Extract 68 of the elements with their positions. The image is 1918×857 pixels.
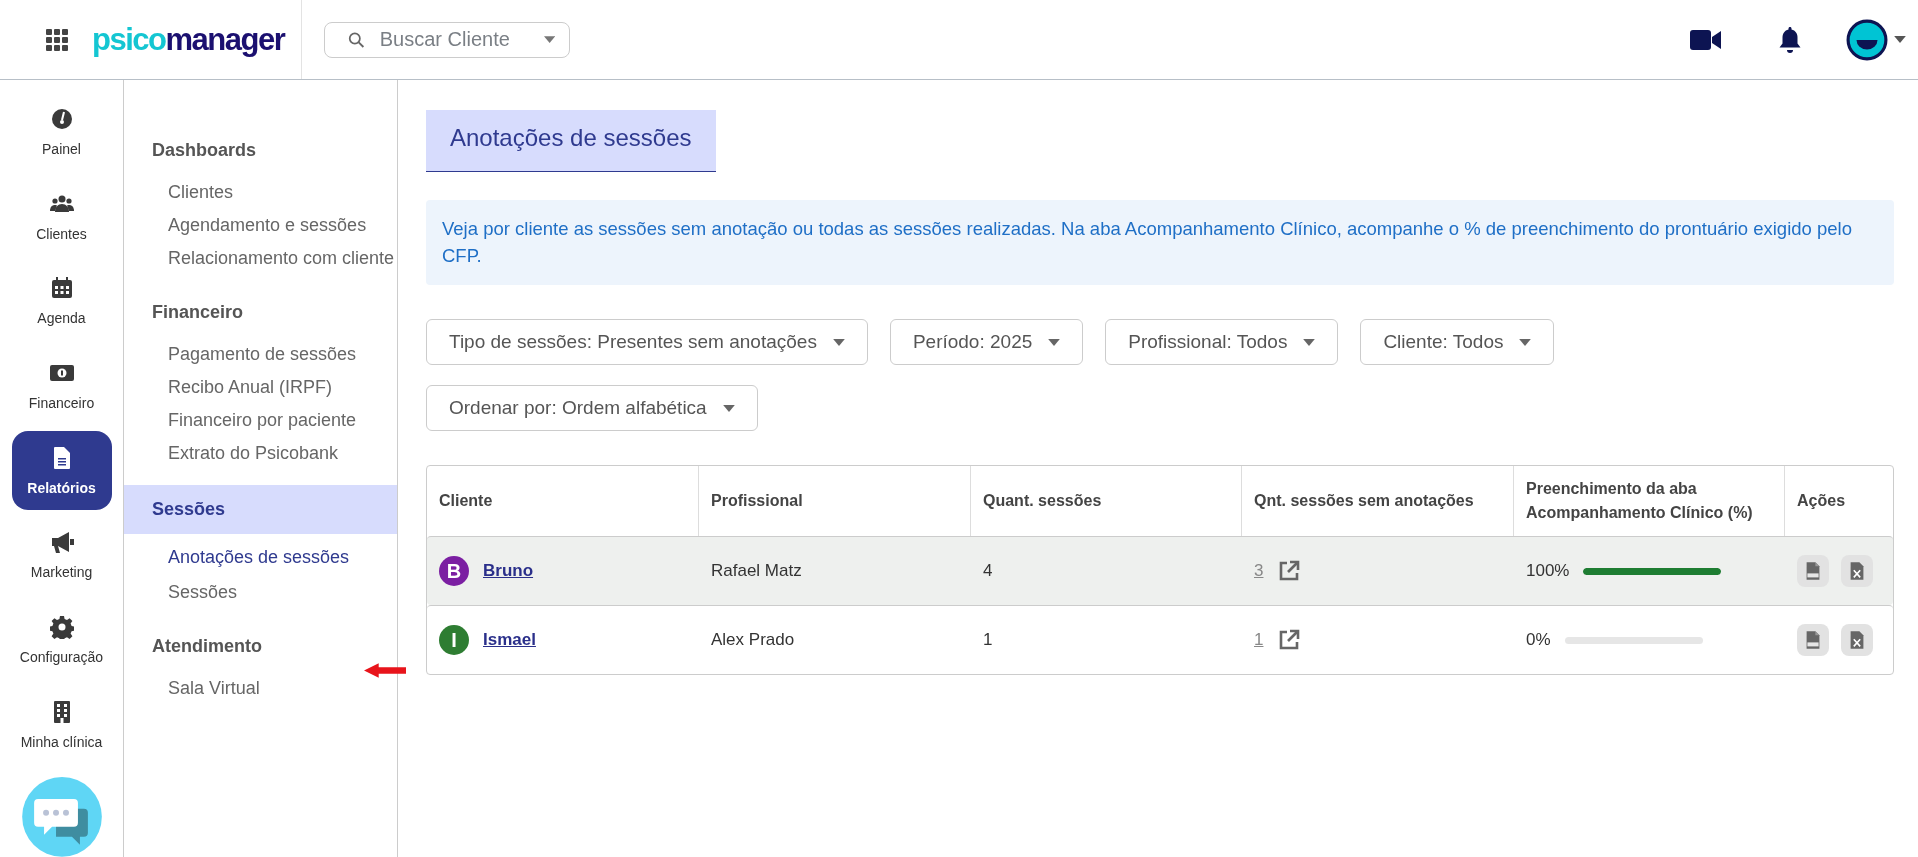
megaphone-icon <box>49 530 74 555</box>
nav-item[interactable]: Agenda <box>11 261 112 341</box>
client-link[interactable]: Ismael <box>483 630 536 650</box>
spreadsheet-file-icon[interactable] <box>1841 624 1873 656</box>
menu-link[interactable]: Pagamento de sessões <box>168 343 357 366</box>
section-heading[interactable]: Dashboards <box>124 128 397 173</box>
dashboard-gauge-icon <box>49 106 74 131</box>
menu-link[interactable]: Recibo Anual (IRPF) <box>168 376 333 399</box>
gear-icon <box>49 614 74 639</box>
pdf-file-icon[interactable] <box>1797 624 1829 656</box>
menu-link[interactable]: Sala Virtual <box>168 677 260 700</box>
notification-bell-icon[interactable] <box>1778 25 1802 54</box>
pdf-file-icon[interactable] <box>1797 555 1829 587</box>
external-link-icon[interactable] <box>1277 628 1302 652</box>
apps-grid-icon[interactable] <box>46 28 68 51</box>
nav-item[interactable]: Minha clínica <box>11 684 112 765</box>
menu-link[interactable]: Anotações de sessões <box>168 546 350 569</box>
section-heading[interactable]: Atendimento <box>124 624 397 669</box>
professional-cell: Alex Prado <box>711 630 795 650</box>
nav-item[interactable]: Financeiro <box>11 346 112 426</box>
chat-icon[interactable] <box>21 777 102 857</box>
page-title: Anotações de sessões <box>426 110 716 172</box>
video-camera-icon[interactable] <box>1690 27 1722 52</box>
spreadsheet-file-icon[interactable] <box>1841 555 1873 587</box>
nav-item[interactable]: Configuração <box>11 600 112 680</box>
table-row[interactable]: B Bruno Rafael Matz 4 3 100% <box>427 536 1893 605</box>
table-row[interactable]: I Ismael Alex Prado 1 1 0% <box>427 605 1893 674</box>
menu-link[interactable]: Relacionamento com cliente <box>168 247 395 270</box>
sessions-cell: 4 <box>983 561 993 581</box>
calendar-icon <box>49 276 74 301</box>
nav-item[interactable]: Painel <box>11 92 112 172</box>
search-field[interactable]: Buscar Cliente <box>324 21 570 58</box>
section-heading[interactable]: Financeiro <box>124 290 397 335</box>
menu-link[interactable]: Financeiro por paciente <box>168 409 357 432</box>
count-link[interactable]: 1 <box>1254 630 1264 650</box>
client-link[interactable]: Bruno <box>483 561 534 581</box>
menu-link[interactable]: Sessões <box>168 581 238 604</box>
user-avatar-icon[interactable] <box>1846 18 1888 61</box>
logo: psicomanager <box>92 21 285 58</box>
section-heading[interactable]: Sessões <box>124 485 397 534</box>
nav-item[interactable]: Marketing <box>11 515 112 596</box>
client-avatar: I <box>439 625 469 655</box>
caret-icon <box>1048 338 1061 346</box>
filter-dropdown[interactable]: Cliente: Todos <box>1360 319 1555 365</box>
nav-item[interactable]: Relatórios <box>11 430 112 511</box>
external-link-icon[interactable] <box>1277 559 1302 583</box>
filter-dropdown[interactable]: Tipo de sessões: Presentes sem anotações <box>426 319 868 365</box>
filter-dropdown[interactable]: Período: 2025 <box>889 319 1084 365</box>
menu-link[interactable]: Agendamento e sessões <box>168 214 367 237</box>
percentage-text: 100% <box>1526 561 1570 581</box>
professional-cell: Rafael Matz <box>711 561 802 581</box>
filter-dropdown[interactable]: Profissional: Todos <box>1105 319 1339 365</box>
caret-icon <box>722 404 735 412</box>
caret-icon <box>1519 338 1532 346</box>
column-header: Ações <box>1796 491 1847 511</box>
caret-icon <box>1303 338 1316 346</box>
caret-icon <box>832 338 845 346</box>
caret-icon[interactable] <box>543 36 555 43</box>
caret-icon[interactable] <box>1894 36 1906 43</box>
client-avatar: B <box>439 556 469 586</box>
filter-dropdown[interactable]: Ordenar por: Ordem alfabética <box>426 385 758 431</box>
menu-link[interactable]: Clientes <box>168 181 234 204</box>
nav-item[interactable]: Clientes <box>11 176 112 257</box>
sessions-cell: 1 <box>983 630 993 650</box>
percentage-text: 0% <box>1526 630 1551 650</box>
menu-link[interactable]: Extrato do Psicobank <box>168 442 339 465</box>
info-banner: Veja por cliente as sessões sem anotação ou todas as sessões realizadas. Na aba Acompanhamento Clínico, acompanhe o % de preenchimento do prontuário exigido pelo CFP. <box>426 200 1894 285</box>
arrow-annotation <box>364 662 406 679</box>
